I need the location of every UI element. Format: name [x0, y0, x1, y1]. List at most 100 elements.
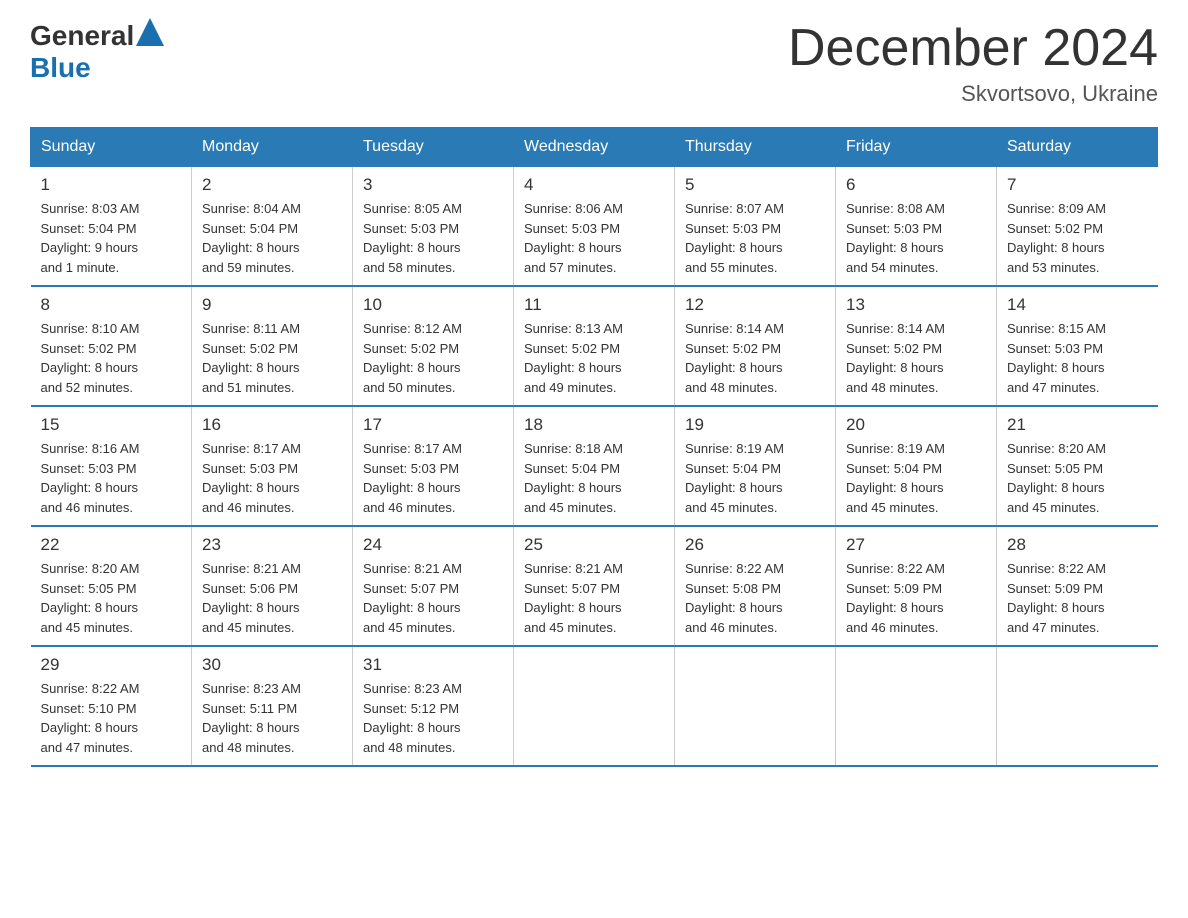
calendar-cell: 4Sunrise: 8:06 AM Sunset: 5:03 PM Daylig… — [514, 167, 675, 287]
day-number: 20 — [846, 415, 986, 435]
calendar-cell: 23 Sunrise: 8:21 AM Sunset: 5:06 PM Dayli… — [192, 526, 353, 646]
day-info: Sunrise: 8:17 AM Sunset: 5:03 PM Dayligh… — [363, 439, 503, 517]
day-info: Sunrise: 8:20 AM Sunset: 5:05 PM Dayligh… — [41, 559, 182, 637]
calendar-cell: 11 Sunrise: 8:13 AM Sunset: 5:02 PM Dayli… — [514, 286, 675, 406]
calendar-cell: 10 Sunrise: 8:12 AM Sunset: 5:02 PM Dayli… — [353, 286, 514, 406]
calendar-header-row: SundayMondayTuesdayWednesdayThursdayFrid… — [31, 128, 1158, 167]
calendar-cell: 12Sunrise: 8:14 AM Sunset: 5:02 PM Dayli… — [675, 286, 836, 406]
calendar-cell: 25Sunrise: 8:21 AM Sunset: 5:07 PM Dayli… — [514, 526, 675, 646]
day-info: Sunrise: 8:17 AM Sunset: 5:03 PM Dayligh… — [202, 439, 342, 517]
calendar-cell — [514, 646, 675, 766]
weekday-header-sunday: Sunday — [31, 128, 192, 167]
day-number: 16 — [202, 415, 342, 435]
location-title: Skvortsovo, Ukraine — [788, 81, 1158, 107]
day-info: Sunrise: 8:19 AM Sunset: 5:04 PM Dayligh… — [846, 439, 986, 517]
day-number: 8 — [41, 295, 182, 315]
calendar-cell: 24 Sunrise: 8:21 AM Sunset: 5:07 PM Dayli… — [353, 526, 514, 646]
day-info: Sunrise: 8:12 AM Sunset: 5:02 PM Dayligh… — [363, 319, 503, 397]
day-number: 22 — [41, 535, 182, 555]
weekday-header-saturday: Saturday — [997, 128, 1158, 167]
calendar-cell: 28 Sunrise: 8:22 AM Sunset: 5:09 PM Dayli… — [997, 526, 1158, 646]
day-info: Sunrise: 8:22 AM Sunset: 5:09 PM Dayligh… — [1007, 559, 1148, 637]
day-number: 13 — [846, 295, 986, 315]
calendar-cell: 20 Sunrise: 8:19 AM Sunset: 5:04 PM Dayli… — [836, 406, 997, 526]
calendar-week-row: 22 Sunrise: 8:20 AM Sunset: 5:05 PM Dayli… — [31, 526, 1158, 646]
calendar-week-row: 1Sunrise: 8:03 AM Sunset: 5:04 PM Daylig… — [31, 167, 1158, 287]
calendar-cell: 18Sunrise: 8:18 AM Sunset: 5:04 PM Dayli… — [514, 406, 675, 526]
calendar-week-row: 29 Sunrise: 8:22 AM Sunset: 5:10 PM Dayli… — [31, 646, 1158, 766]
day-number: 2 — [202, 175, 342, 195]
calendar-cell: 3 Sunrise: 8:05 AM Sunset: 5:03 PM Daylig… — [353, 167, 514, 287]
day-info: Sunrise: 8:07 AM Sunset: 5:03 PM Dayligh… — [685, 199, 825, 277]
day-number: 14 — [1007, 295, 1148, 315]
day-info: Sunrise: 8:19 AM Sunset: 5:04 PM Dayligh… — [685, 439, 825, 517]
calendar-cell: 17Sunrise: 8:17 AM Sunset: 5:03 PM Dayli… — [353, 406, 514, 526]
calendar-cell: 6 Sunrise: 8:08 AM Sunset: 5:03 PM Daylig… — [836, 167, 997, 287]
day-number: 5 — [685, 175, 825, 195]
day-info: Sunrise: 8:22 AM Sunset: 5:09 PM Dayligh… — [846, 559, 986, 637]
day-number: 30 — [202, 655, 342, 675]
day-number: 29 — [41, 655, 182, 675]
day-number: 23 — [202, 535, 342, 555]
day-info: Sunrise: 8:04 AM Sunset: 5:04 PM Dayligh… — [202, 199, 342, 277]
logo: General Blue — [30, 20, 164, 84]
calendar-cell: 29 Sunrise: 8:22 AM Sunset: 5:10 PM Dayli… — [31, 646, 192, 766]
day-info: Sunrise: 8:13 AM Sunset: 5:02 PM Dayligh… — [524, 319, 664, 397]
day-info: Sunrise: 8:05 AM Sunset: 5:03 PM Dayligh… — [363, 199, 503, 277]
calendar-week-row: 8 Sunrise: 8:10 AM Sunset: 5:02 PM Daylig… — [31, 286, 1158, 406]
calendar-cell: 15 Sunrise: 8:16 AM Sunset: 5:03 PM Dayli… — [31, 406, 192, 526]
day-info: Sunrise: 8:22 AM Sunset: 5:10 PM Dayligh… — [41, 679, 182, 757]
day-info: Sunrise: 8:21 AM Sunset: 5:07 PM Dayligh… — [524, 559, 664, 637]
calendar-cell: 30 Sunrise: 8:23 AM Sunset: 5:11 PM Dayli… — [192, 646, 353, 766]
calendar-week-row: 15 Sunrise: 8:16 AM Sunset: 5:03 PM Dayli… — [31, 406, 1158, 526]
day-number: 10 — [363, 295, 503, 315]
title-section: December 2024 Skvortsovo, Ukraine — [788, 20, 1158, 107]
day-number: 28 — [1007, 535, 1148, 555]
calendar-cell: 21Sunrise: 8:20 AM Sunset: 5:05 PM Dayli… — [997, 406, 1158, 526]
day-info: Sunrise: 8:10 AM Sunset: 5:02 PM Dayligh… — [41, 319, 182, 397]
day-info: Sunrise: 8:14 AM Sunset: 5:02 PM Dayligh… — [685, 319, 825, 397]
calendar-cell: 14Sunrise: 8:15 AM Sunset: 5:03 PM Dayli… — [997, 286, 1158, 406]
day-info: Sunrise: 8:11 AM Sunset: 5:02 PM Dayligh… — [202, 319, 342, 397]
calendar-cell: 19 Sunrise: 8:19 AM Sunset: 5:04 PM Dayli… — [675, 406, 836, 526]
day-info: Sunrise: 8:22 AM Sunset: 5:08 PM Dayligh… — [685, 559, 825, 637]
calendar-cell — [836, 646, 997, 766]
day-info: Sunrise: 8:21 AM Sunset: 5:06 PM Dayligh… — [202, 559, 342, 637]
calendar-table: SundayMondayTuesdayWednesdayThursdayFrid… — [30, 127, 1158, 767]
month-title: December 2024 — [788, 20, 1158, 77]
day-info: Sunrise: 8:21 AM Sunset: 5:07 PM Dayligh… — [363, 559, 503, 637]
calendar-cell: 5 Sunrise: 8:07 AM Sunset: 5:03 PM Daylig… — [675, 167, 836, 287]
day-number: 19 — [685, 415, 825, 435]
day-info: Sunrise: 8:16 AM Sunset: 5:03 PM Dayligh… — [41, 439, 182, 517]
calendar-cell — [675, 646, 836, 766]
weekday-header-tuesday: Tuesday — [353, 128, 514, 167]
day-number: 9 — [202, 295, 342, 315]
day-number: 3 — [363, 175, 503, 195]
calendar-cell: 27Sunrise: 8:22 AM Sunset: 5:09 PM Dayli… — [836, 526, 997, 646]
day-info: Sunrise: 8:23 AM Sunset: 5:11 PM Dayligh… — [202, 679, 342, 757]
day-info: Sunrise: 8:09 AM Sunset: 5:02 PM Dayligh… — [1007, 199, 1148, 277]
calendar-cell: 16 Sunrise: 8:17 AM Sunset: 5:03 PM Dayli… — [192, 406, 353, 526]
logo-blue-text: Blue — [30, 52, 91, 83]
day-number: 4 — [524, 175, 664, 195]
day-info: Sunrise: 8:08 AM Sunset: 5:03 PM Dayligh… — [846, 199, 986, 277]
calendar-cell: 2 Sunrise: 8:04 AM Sunset: 5:04 PM Daylig… — [192, 167, 353, 287]
weekday-header-monday: Monday — [192, 128, 353, 167]
weekday-header-thursday: Thursday — [675, 128, 836, 167]
calendar-cell: 9 Sunrise: 8:11 AM Sunset: 5:02 PM Daylig… — [192, 286, 353, 406]
day-info: Sunrise: 8:03 AM Sunset: 5:04 PM Dayligh… — [41, 199, 182, 277]
calendar-cell: 8 Sunrise: 8:10 AM Sunset: 5:02 PM Daylig… — [31, 286, 192, 406]
day-number: 7 — [1007, 175, 1148, 195]
calendar-cell: 31 Sunrise: 8:23 AM Sunset: 5:12 PM Dayli… — [353, 646, 514, 766]
day-number: 31 — [363, 655, 503, 675]
weekday-header-wednesday: Wednesday — [514, 128, 675, 167]
calendar-cell: 26Sunrise: 8:22 AM Sunset: 5:08 PM Dayli… — [675, 526, 836, 646]
logo-general-text: General — [30, 20, 134, 52]
day-number: 6 — [846, 175, 986, 195]
weekday-header-friday: Friday — [836, 128, 997, 167]
day-number: 15 — [41, 415, 182, 435]
day-number: 24 — [363, 535, 503, 555]
day-number: 11 — [524, 295, 664, 315]
logo-triangle-icon — [136, 18, 164, 46]
day-info: Sunrise: 8:23 AM Sunset: 5:12 PM Dayligh… — [363, 679, 503, 757]
